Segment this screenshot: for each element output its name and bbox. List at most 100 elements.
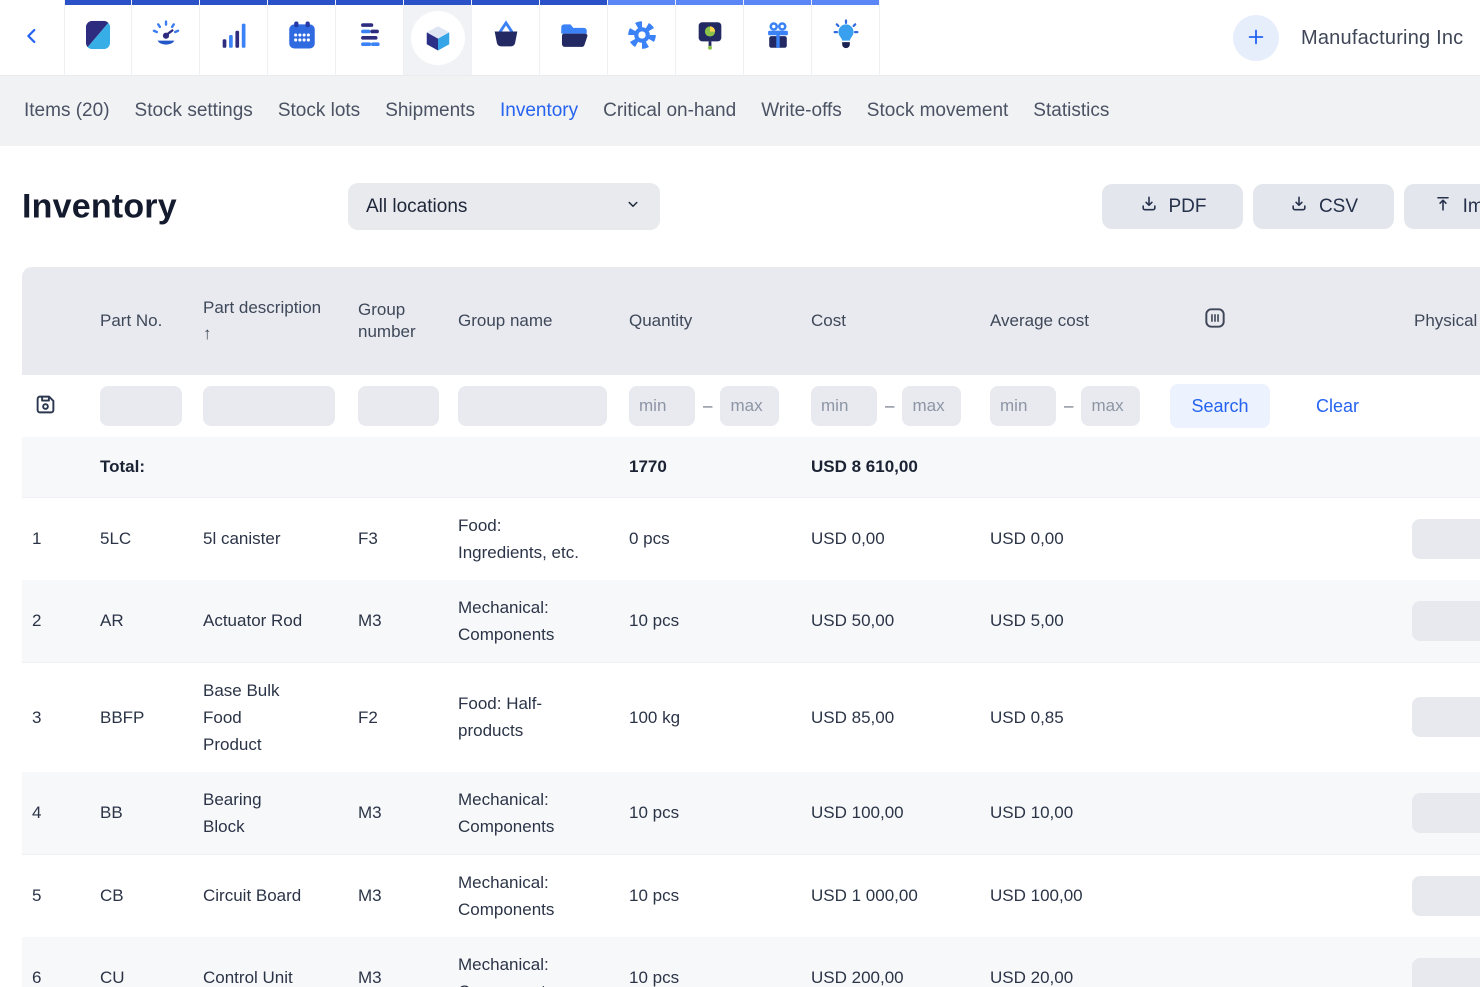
workspace-name[interactable]: Manufacturing Inc [1301,27,1463,50]
filter-cost-max-input[interactable] [902,386,961,426]
back-button[interactable] [0,0,64,75]
cell-quantity: 0 pcs [619,497,801,580]
physical-quantity-input[interactable] [1412,958,1480,987]
column-header-cost[interactable]: Cost [801,267,980,375]
table-row[interactable]: 4 BB Bearing Block M3 Mechanical: Compon… [22,772,1480,855]
filter-part-description-input[interactable] [203,386,335,426]
import-button[interactable]: Import [1404,184,1480,229]
column-header-group-number[interactable]: Group number [348,267,448,375]
nav-tab-shipments[interactable]: Shipments [385,100,475,122]
total-label: Total: [90,437,193,497]
add-workspace-button[interactable] [1233,15,1279,61]
filter-group-number-input[interactable] [358,386,439,426]
nav-tab-stock-lots[interactable]: Stock lots [278,100,360,122]
location-select[interactable]: All locations [348,183,660,230]
export-csv-button[interactable]: CSV [1253,184,1394,229]
cell-part-no: BB [90,772,193,855]
app-tab-logo[interactable] [64,0,132,75]
physical-quantity-input[interactable] [1412,793,1480,833]
gauge-icon [149,18,183,57]
clear-button[interactable]: Clear [1316,396,1359,417]
cell-average-cost: USD 5,00 [980,580,1160,663]
filter-quantity-max-input[interactable] [720,386,779,426]
nav-tab-write-offs[interactable]: Write-offs [761,100,842,122]
page-header: Inventory All locations PDF CSV Import [0,146,1480,267]
total-cost: USD 8 610,00 [801,437,980,497]
nav-tab-critical-on-hand[interactable]: Critical on-hand [603,100,736,122]
app-tab-calendar[interactable] [268,0,336,75]
app-tab-analytics[interactable] [200,0,268,75]
column-header-part-description[interactable]: Part description ↑ [193,267,348,375]
range-separator: – [703,396,712,416]
table-row[interactable]: 5 CB Circuit Board M3 Mechanical: Compon… [22,854,1480,937]
physical-quantity-input[interactable] [1412,876,1480,916]
filter-cost-min-input[interactable] [811,386,877,426]
column-header-average-cost[interactable]: Average cost [980,267,1160,375]
cell-part-description: Control Unit [203,964,293,987]
physical-quantity-input[interactable] [1412,697,1480,737]
filter-part-no-input[interactable] [100,386,182,426]
nav-tab-stock-movement[interactable]: Stock movement [867,100,1009,122]
columns-icon[interactable] [1202,316,1228,335]
nav-tab-items[interactable]: Items (20) [24,100,110,122]
physical-quantity-input[interactable] [1412,519,1480,559]
app-tab-dashboard[interactable] [132,0,200,75]
chevron-down-icon [624,195,642,219]
filter-average-cost-max-input[interactable] [1081,386,1140,426]
download-icon [1289,194,1309,220]
physical-quantity-input[interactable] [1412,601,1480,641]
inventory-cube-icon [411,11,465,65]
table-row[interactable]: 6 CU Control Unit M3 Mechanical: Compone… [22,937,1480,987]
app-tab-rewards[interactable] [744,0,812,75]
app-tab-tasks[interactable] [336,0,404,75]
cell-group-number: F2 [348,662,448,772]
plus-icon [1245,26,1267,51]
app-switcher [64,0,880,75]
cell-average-cost: USD 0,00 [980,497,1160,580]
cell-quantity: 10 pcs [619,854,801,937]
cell-part-description: Actuator Rod [203,607,302,634]
filter-quantity-min-input[interactable] [629,386,695,426]
sort-ascending-icon: ↑ [203,323,342,345]
cell-quantity: 10 pcs [619,580,801,663]
table-row[interactable]: 2 AR Actuator Rod M3 Mechanical: Compone… [22,580,1480,663]
cell-part-description: Base Bulk Food Product [203,677,304,758]
row-number: 4 [22,772,90,855]
total-quantity: 1770 [619,437,801,497]
table-filter-row: – – – Search [22,375,1480,437]
search-button[interactable]: Search [1170,384,1270,428]
bar-chart-icon [217,18,251,57]
app-tab-settings[interactable] [608,0,676,75]
table-row[interactable]: 3 BBFP Base Bulk Food Product F2 Food: H… [22,662,1480,772]
cell-cost: USD 1 000,00 [801,854,980,937]
nav-tab-statistics[interactable]: Statistics [1033,100,1109,122]
app-tab-purchases[interactable] [472,0,540,75]
save-filter-button[interactable] [32,391,59,421]
row-number: 2 [22,580,90,663]
app-tab-documents[interactable] [540,0,608,75]
column-header-group-name[interactable]: Group name [448,267,619,375]
export-pdf-button[interactable]: PDF [1102,184,1243,229]
app-tab-reports[interactable] [676,0,744,75]
app-tab-inventory[interactable] [404,0,472,75]
filter-average-cost-min-input[interactable] [990,386,1056,426]
filter-group-name-input[interactable] [458,386,607,426]
column-header-physical-quantity[interactable]: Physical quantity [1404,267,1480,375]
logo-icon [81,18,115,57]
cell-group-name: Mechanical: Components [458,786,582,840]
nav-tab-inventory[interactable]: Inventory [500,100,578,122]
inventory-table: Part No. Part description ↑ Group number… [22,267,1480,987]
column-header-part-no[interactable]: Part No. [90,267,193,375]
chevron-left-icon [21,25,43,50]
column-header-quantity[interactable]: Quantity [619,267,801,375]
cell-average-cost: USD 10,00 [980,772,1160,855]
cell-group-number: M3 [348,580,448,663]
page-title: Inventory [22,187,177,226]
cell-part-no: CU [90,937,193,987]
cell-part-no: BBFP [90,662,193,772]
cell-quantity: 10 pcs [619,772,801,855]
table-row[interactable]: 1 5LC 5l canister F3 Food: Ingredients, … [22,497,1480,580]
column-header-rownum [22,267,90,375]
app-tab-ideas[interactable] [812,0,880,75]
nav-tab-stock-settings[interactable]: Stock settings [135,100,253,122]
